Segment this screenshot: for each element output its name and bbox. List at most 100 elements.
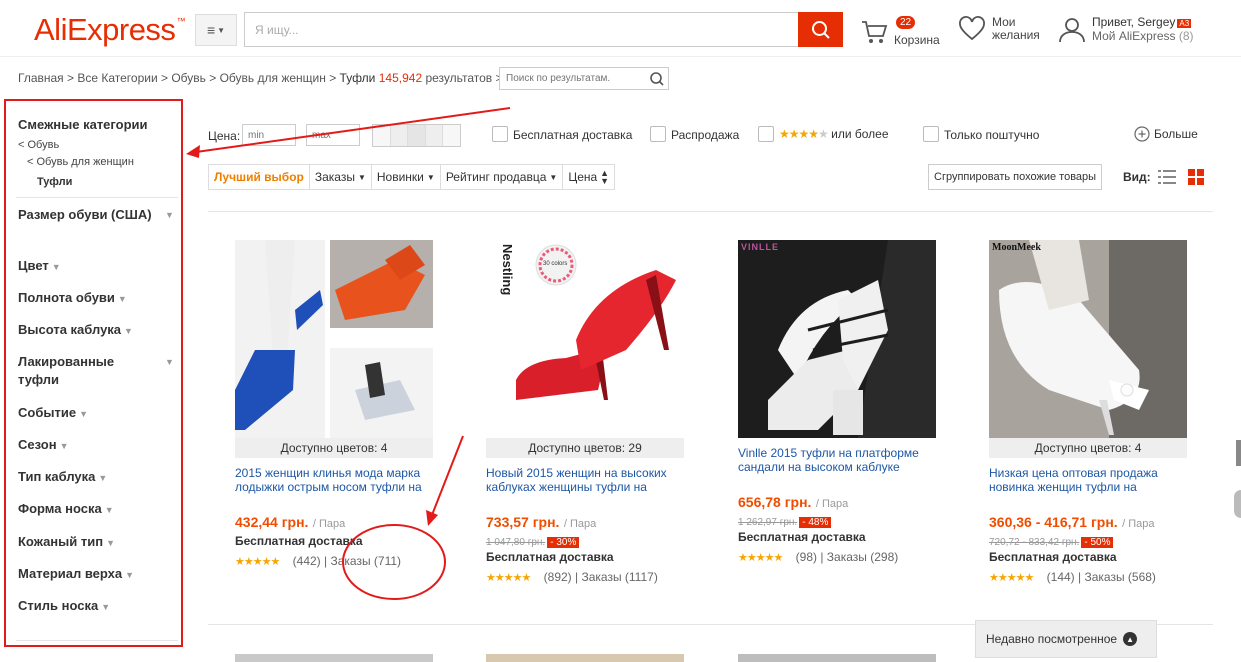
price-min-input[interactable] bbox=[242, 124, 296, 146]
chevron-down-icon: ▼ bbox=[101, 602, 111, 612]
cart-icon bbox=[862, 20, 888, 43]
price-histogram[interactable] bbox=[372, 124, 461, 147]
side-tab[interactable] bbox=[1236, 440, 1241, 466]
product-title[interactable]: Низкая цена оптовая продажа новинка женщ… bbox=[989, 466, 1187, 496]
single-piece-checkbox[interactable] bbox=[923, 126, 939, 142]
product-title[interactable]: Vinlle 2015 туфли на платформе сандали н… bbox=[738, 446, 936, 476]
review-count[interactable]: (98) bbox=[796, 550, 817, 564]
sidebar-link-womens-shoes[interactable]: < Обувь для женщин bbox=[27, 156, 134, 168]
group-similar-button[interactable]: Сгруппировать похожие товары bbox=[928, 164, 1103, 190]
cart-label: Корзина bbox=[894, 33, 940, 47]
facet-heel-type[interactable]: Тип каблука ▼ bbox=[18, 468, 107, 487]
sort-price[interactable]: Цена ▲ ▼ bbox=[563, 165, 614, 189]
search-within-results-input[interactable] bbox=[499, 67, 669, 90]
product-image[interactable]: VINLLE bbox=[738, 240, 936, 438]
product-image[interactable]: MoonMeek bbox=[989, 240, 1187, 438]
review-count[interactable]: (892) bbox=[544, 570, 572, 584]
facet-width[interactable]: Полнота обуви ▼ bbox=[18, 289, 127, 308]
facet-color[interactable]: Цвет ▼ bbox=[18, 257, 61, 276]
aliexpress-logo[interactable]: AliExpress™ bbox=[34, 12, 185, 48]
star-rating-icon: ★★★★★ bbox=[989, 572, 1034, 584]
facet-occasion[interactable]: Событие ▼ bbox=[18, 404, 88, 423]
sort-label: Заказы bbox=[314, 170, 355, 184]
free-shipping-checkbox[interactable] bbox=[492, 126, 508, 142]
order-count[interactable]: Заказы (1117) bbox=[581, 570, 657, 584]
star-rating-icon: ★★★★★ bbox=[738, 552, 783, 564]
recently-viewed-bar[interactable]: Недавно посмотренное ▲ bbox=[975, 620, 1157, 658]
product-image-partial[interactable] bbox=[235, 654, 433, 662]
facet-leather-type[interactable]: Кожаный тип ▼ bbox=[18, 533, 115, 552]
account-link[interactable]: Привет, Sergey A3 Мой AliExpress (8) bbox=[1058, 16, 1194, 43]
cart-link[interactable]: 22 Корзина bbox=[860, 16, 940, 47]
facet-label: Форма носка bbox=[18, 501, 102, 516]
free-shipping-label[interactable]: Бесплатная доставка bbox=[513, 128, 632, 142]
order-count[interactable]: Заказы (711) bbox=[330, 554, 401, 568]
product-card[interactable]: MoonMeek Доступно цветов: 4 Низкая цена … bbox=[989, 240, 1187, 584]
chevron-down-icon[interactable]: ▼ bbox=[165, 357, 174, 367]
facet-season[interactable]: Сезон ▼ bbox=[18, 436, 68, 455]
product-card[interactable]: Nestling 30 colors Доступно цветов: 29 Н… bbox=[486, 240, 684, 584]
order-count[interactable]: Заказы (298) bbox=[827, 550, 898, 564]
single-piece-label[interactable]: Только поштучно bbox=[944, 128, 1039, 142]
order-count[interactable]: Заказы (568) bbox=[1084, 570, 1155, 584]
search-button[interactable] bbox=[798, 12, 843, 47]
sort-label: Цена bbox=[568, 170, 598, 184]
facet-toe-shape[interactable]: Форма носка ▼ bbox=[18, 500, 114, 519]
chevron-down-icon: ▼ bbox=[106, 538, 115, 548]
facet-heel-height[interactable]: Высота каблука ▼ bbox=[18, 321, 133, 340]
menu-icon: ≡ bbox=[206, 22, 216, 38]
chevron-down-icon: ▼ bbox=[357, 172, 366, 182]
facet-shoe-size[interactable]: Размер обуви (США) bbox=[18, 206, 158, 224]
product-title[interactable]: Новый 2015 женщин на высоких каблуках же… bbox=[486, 466, 684, 496]
more-label: Больше bbox=[1154, 127, 1198, 141]
side-tab[interactable] bbox=[1234, 490, 1241, 518]
breadcrumb-path[interactable]: Главная > Все Категории > Обувь > Обувь … bbox=[18, 71, 340, 85]
search-icon[interactable] bbox=[648, 70, 666, 88]
brand-watermark: VINLLE bbox=[741, 242, 780, 252]
annotation-arrow bbox=[431, 435, 464, 516]
header-divider bbox=[0, 56, 1241, 57]
old-price-row: 720,72 - 833,42 грн. - 50% bbox=[989, 532, 1187, 550]
product-card[interactable]: VINLLE Vinlle 2015 туфли на платформе са… bbox=[738, 240, 936, 564]
sale-label[interactable]: Распродажа bbox=[671, 128, 739, 142]
facet-patent[interactable]: Лакированные туфли bbox=[18, 353, 148, 389]
categories-menu-button[interactable]: ≡ ▼ bbox=[195, 14, 237, 46]
product-card[interactable]: Доступно цветов: 4 2015 женщин клинья мо… bbox=[235, 240, 433, 568]
chevron-down-icon: ▼ bbox=[79, 409, 88, 419]
rating-checkbox[interactable] bbox=[758, 126, 774, 142]
logo-text: AliExpress bbox=[34, 12, 176, 47]
facet-upper-material[interactable]: Материал верха ▼ bbox=[18, 565, 134, 584]
wishlist-link[interactable]: Мои желания bbox=[958, 16, 1040, 42]
chevron-down-icon[interactable]: ▼ bbox=[165, 210, 174, 220]
facet-toe-style[interactable]: Стиль носка ▼ bbox=[18, 597, 110, 616]
list-view-icon[interactable] bbox=[1157, 167, 1177, 187]
rating-filter[interactable]: ★★★★★ или более bbox=[779, 127, 889, 141]
sort-seller-rating[interactable]: Рейтинг продавца ▼ bbox=[441, 165, 564, 189]
sale-checkbox[interactable] bbox=[650, 126, 666, 142]
product-image[interactable] bbox=[235, 240, 433, 438]
review-count[interactable]: (144) bbox=[1047, 570, 1075, 584]
product-image-partial[interactable] bbox=[738, 654, 936, 662]
product-image-partial[interactable] bbox=[486, 654, 684, 662]
sort-best-match[interactable]: Лучший выбор bbox=[209, 165, 310, 189]
sort-newest[interactable]: Новинки ▼ bbox=[372, 165, 441, 189]
search-input[interactable] bbox=[244, 12, 799, 47]
cart-count-badge: 22 bbox=[896, 16, 916, 29]
product-price: 656,78 грн. bbox=[738, 494, 812, 510]
sort-orders[interactable]: Заказы ▼ bbox=[310, 165, 372, 189]
free-shipping-text: Бесплатная доставка bbox=[989, 550, 1117, 564]
rating-row: ★★★★★ (98) | Заказы (298) bbox=[738, 550, 899, 564]
product-title[interactable]: 2015 женщин клинья мода марка лодыжки ос… bbox=[235, 466, 433, 496]
product-image[interactable]: Nestling 30 colors bbox=[486, 240, 684, 438]
sidebar-link-shoes[interactable]: < Обувь bbox=[18, 139, 59, 151]
more-filters-button[interactable]: Больше bbox=[1134, 126, 1198, 142]
old-price-row: 1 047,80 грн. - 30% bbox=[486, 532, 684, 550]
annotation-arrowhead bbox=[186, 145, 200, 158]
price-max-input[interactable] bbox=[306, 124, 360, 146]
grid-view-icon[interactable] bbox=[1187, 168, 1205, 186]
free-shipping-text: Бесплатная доставка bbox=[235, 534, 363, 548]
review-count[interactable]: (442) bbox=[293, 554, 321, 568]
sort-label: Рейтинг продавца bbox=[445, 170, 547, 184]
sidebar-link-pumps[interactable]: Туфли bbox=[37, 176, 72, 188]
facet-label: Высота каблука bbox=[18, 322, 122, 337]
